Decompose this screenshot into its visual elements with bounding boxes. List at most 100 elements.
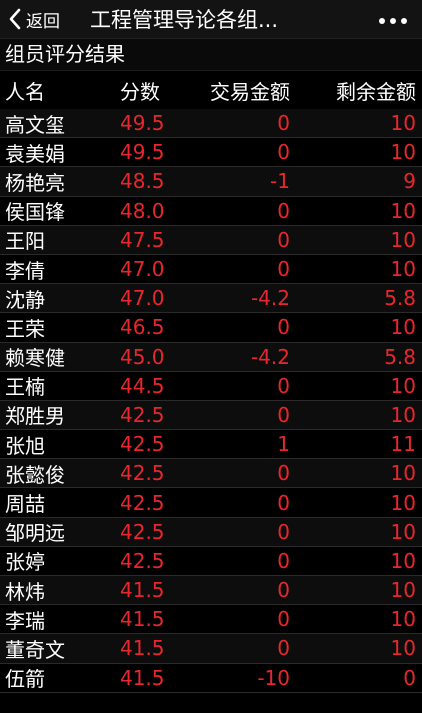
table-row: 赖寒健 45.0 -4.2 5.8	[0, 342, 422, 372]
cell-rest: 10	[390, 607, 416, 632]
cell-rest: 10	[390, 578, 416, 603]
cell-trade: 0	[277, 373, 290, 398]
cell-name: 侯国锋	[5, 200, 65, 225]
cell-name: 张旭	[5, 433, 45, 458]
cell-score: 48.0	[120, 198, 165, 223]
cell-rest: 10	[390, 490, 416, 515]
cell-name: 王阳	[5, 229, 45, 254]
cell-rest: 10	[390, 257, 416, 282]
cell-score: 49.5	[120, 140, 165, 165]
cell-trade: 0	[277, 636, 290, 661]
cell-name: 邹明远	[5, 521, 65, 546]
cell-score: 41.5	[120, 578, 165, 603]
table-row: 张懿俊 42.5 0 10	[0, 459, 422, 489]
cell-name: 董奇文	[5, 637, 65, 662]
more-dots-icon	[378, 10, 408, 29]
cell-trade: 0	[277, 578, 290, 603]
cell-rest: 10	[390, 548, 416, 573]
table-row: 郑胜男 42.5 0 10	[0, 400, 422, 431]
table-row: 王楠 44.5 0 10	[0, 372, 422, 401]
cell-name: 张婷	[5, 550, 45, 575]
table-row: 邹明远 42.5 0 10	[0, 517, 422, 547]
chevron-left-icon	[8, 8, 22, 30]
table-row: 张婷 42.5 0 10	[0, 547, 422, 576]
cell-trade: 0	[277, 140, 290, 165]
cell-score: 42.5	[120, 461, 165, 486]
cell-rest: 5.8	[384, 344, 416, 369]
header-trade: 交易金额	[210, 79, 290, 104]
table-row: 林炜 41.5 0 10	[0, 576, 422, 606]
table-row: 袁美娟 49.5 0 10	[0, 138, 422, 168]
table-body: 高文玺 49.5 0 10 袁美娟 49.5 0 10 杨艳亮 48.5 -1 9 侯国锋 48.0 0 10…	[0, 109, 422, 693]
table-row: 沈静 47.0 -4.2 5.8	[0, 284, 422, 314]
cell-trade: 0	[277, 198, 290, 223]
cell-rest: 10	[390, 373, 416, 398]
more-button[interactable]	[378, 0, 408, 38]
cell-score: 49.5	[120, 111, 165, 136]
table-row: 杨艳亮 48.5 -1 9	[0, 167, 422, 197]
cell-name: 杨艳亮	[5, 170, 65, 195]
table-row: 伍箭 41.5 -10 0	[0, 664, 422, 693]
cell-rest: 11	[390, 432, 416, 457]
cell-trade: -4.2	[250, 286, 290, 311]
cell-rest: 10	[390, 140, 416, 165]
cell-trade: -4.2	[250, 344, 290, 369]
cell-rest: 10	[390, 636, 416, 661]
cell-name: 周喆	[5, 492, 45, 517]
header-score: 分数	[120, 79, 160, 104]
table-row: 周喆 42.5 0 10	[0, 488, 422, 518]
cell-score: 41.5	[120, 665, 165, 690]
cell-trade: 0	[277, 519, 290, 544]
cell-rest: 10	[390, 198, 416, 223]
back-label: 返回	[26, 11, 60, 32]
cell-score: 47.0	[120, 286, 165, 311]
cell-rest: 9	[403, 169, 416, 194]
cell-rest: 10	[390, 461, 416, 486]
cell-trade: 0	[277, 402, 290, 427]
cell-score: 48.5	[120, 169, 165, 194]
cell-score: 42.5	[120, 402, 165, 427]
cell-rest: 5.8	[384, 286, 416, 311]
table-row: 王阳 47.5 0 10	[0, 225, 422, 255]
cell-rest: 10	[390, 519, 416, 544]
header-rest: 剩余金额	[336, 79, 416, 104]
cell-name: 郑胜男	[5, 404, 65, 429]
page-title: 工程管理导论各组...	[90, 8, 279, 32]
cell-trade: 0	[277, 227, 290, 252]
cell-score: 41.5	[120, 636, 165, 661]
cell-name: 林炜	[5, 579, 45, 604]
cell-name: 伍箭	[5, 667, 45, 692]
cell-rest: 10	[390, 227, 416, 252]
cell-trade: 0	[277, 111, 290, 136]
table-row: 董奇文 41.5 0 10	[0, 634, 422, 664]
cell-trade: 0	[277, 607, 290, 632]
section-title: 组员评分结果	[0, 39, 422, 71]
table-row: 高文玺 49.5 0 10	[0, 109, 422, 139]
cell-score: 41.5	[120, 607, 165, 632]
cell-score: 47.0	[120, 257, 165, 282]
cell-score: 45.0	[120, 344, 165, 369]
header-name: 人名	[5, 79, 45, 104]
cell-score: 42.5	[120, 548, 165, 573]
table-row: 侯国锋 48.0 0 10	[0, 197, 422, 226]
cell-score: 42.5	[120, 432, 165, 457]
cell-rest: 0	[403, 665, 416, 690]
table-header: 人名 分数 交易金额 剩余金额	[0, 71, 422, 109]
cell-score: 44.5	[120, 373, 165, 398]
cell-rest: 10	[390, 111, 416, 136]
cell-name: 王荣	[5, 316, 45, 341]
cell-trade: 0	[277, 257, 290, 282]
cell-trade: 0	[277, 461, 290, 486]
cell-trade: -1	[270, 169, 290, 194]
cell-trade: 0	[277, 490, 290, 515]
table-row: 李倩 47.0 0 10	[0, 255, 422, 285]
cell-name: 李倩	[5, 258, 45, 283]
cell-trade: 0	[277, 548, 290, 573]
cell-name: 张懿俊	[5, 462, 65, 487]
back-button[interactable]: 返回	[0, 0, 90, 38]
top-bar: 返回 工程管理导论各组...	[0, 0, 422, 39]
cell-score: 42.5	[120, 519, 165, 544]
cell-rest: 10	[390, 402, 416, 427]
cell-name: 袁美娟	[5, 141, 65, 166]
cell-name: 赖寒健	[5, 346, 65, 371]
